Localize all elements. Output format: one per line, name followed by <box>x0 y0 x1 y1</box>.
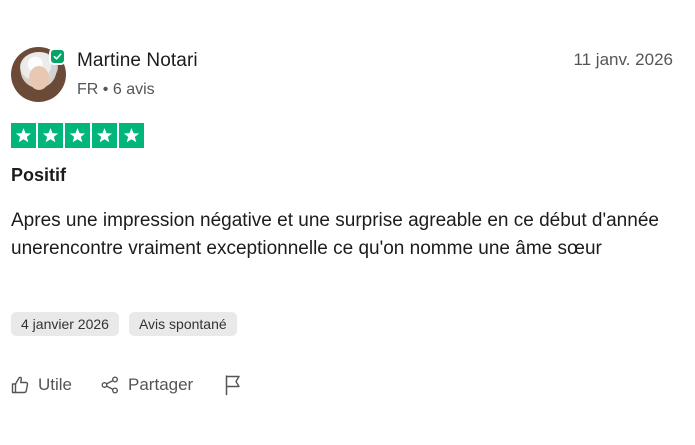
review-body: Apres une impression négative et une sur… <box>11 210 659 259</box>
verified-badge-icon <box>49 48 66 65</box>
share-button[interactable]: Partager <box>100 375 193 395</box>
review-actions: Utile Partager <box>10 374 243 396</box>
report-button[interactable] <box>223 374 243 396</box>
star-icon <box>65 123 90 148</box>
avatar-face <box>29 66 49 90</box>
star-icon <box>119 123 144 148</box>
star-icon <box>38 123 63 148</box>
checkmark-icon <box>53 53 62 60</box>
source-tag[interactable]: Avis spontané <box>128 312 237 336</box>
share-icon <box>101 376 119 394</box>
review-date: 11 janv. 2026 <box>573 50 673 69</box>
useful-button[interactable]: Utile <box>10 375 72 395</box>
reviewer-review-count: 6 avis <box>112 81 155 98</box>
star-icon <box>11 123 36 148</box>
reviewer-name[interactable]: Martine Notari <box>77 50 198 72</box>
reviewer-country: FR <box>77 81 99 98</box>
share-label: Partager <box>128 375 194 394</box>
star-rating <box>11 123 144 148</box>
thumbs-up-icon <box>11 376 29 394</box>
experience-date-tag: 4 janvier 2026 <box>11 312 119 336</box>
meta-separator: • <box>102 81 109 98</box>
reviewer-avatar-container[interactable] <box>11 47 66 102</box>
review-title[interactable]: Positif <box>11 165 66 186</box>
star-icon <box>92 123 117 148</box>
flag-icon <box>225 375 240 396</box>
reviewer-meta: FR • 6 avis <box>77 81 155 99</box>
useful-label: Utile <box>38 375 73 394</box>
review-tags: 4 janvier 2026 Avis spontané <box>11 312 237 336</box>
